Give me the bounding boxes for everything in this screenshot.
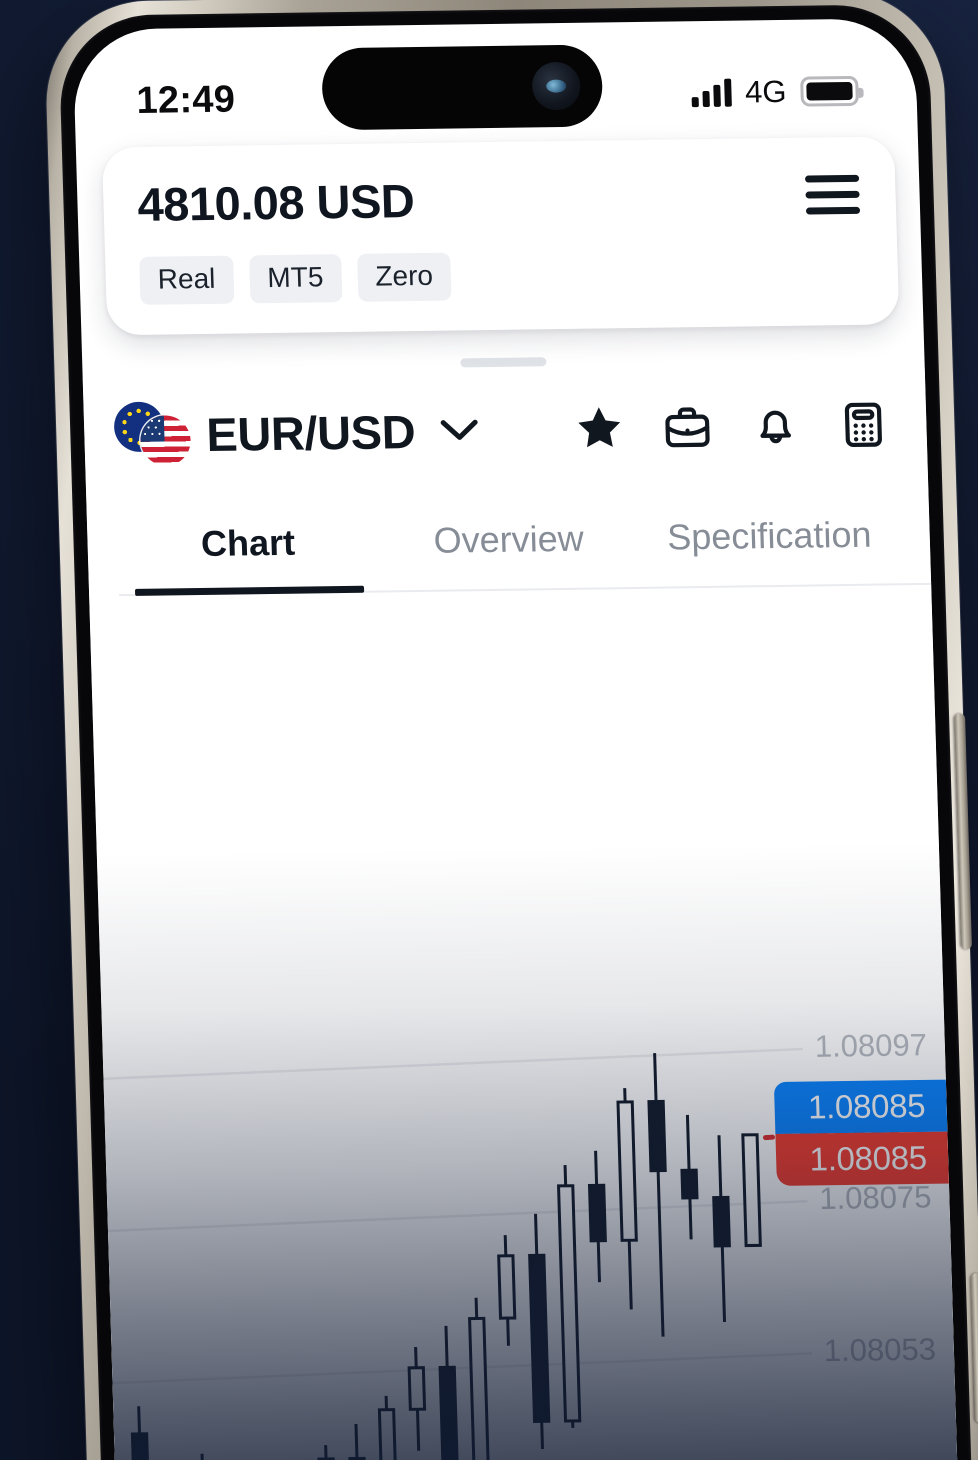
tab-bar: Chart Overview Specification	[87, 513, 932, 597]
signal-bars-icon	[691, 78, 732, 108]
tab-specification[interactable]: Specification	[638, 513, 901, 589]
hamburger-menu-icon[interactable]	[803, 169, 863, 221]
candle-bearish	[680, 1168, 699, 1200]
candle-bearish	[647, 1099, 667, 1173]
symbol-sheet: EUR/USD Chart Overview Specification 1.0…	[81, 335, 962, 1460]
battery-level	[806, 81, 853, 101]
price-axis-label: 1.08097	[814, 1027, 927, 1064]
front-camera-icon	[531, 61, 581, 111]
balance-card-header: 4810.08 USD	[137, 169, 863, 231]
candle-bearish	[528, 1253, 551, 1423]
candlestick-chart: 1.080971.080751.080531.08030	[103, 1027, 950, 1460]
candle-wick	[200, 1453, 208, 1460]
network-label: 4G	[744, 73, 788, 110]
candle-bearish	[438, 1365, 459, 1460]
candle-bullish	[497, 1254, 517, 1320]
alerts-bell-icon[interactable]	[748, 399, 804, 454]
candle-bearish	[130, 1432, 152, 1460]
symbol-selector[interactable]: EUR/USD	[113, 397, 480, 468]
price-chart[interactable]: 1.080971.080751.080531.08030 1.08085 1.0…	[101, 976, 962, 1460]
calculator-icon[interactable]	[836, 397, 892, 452]
account-badge-real[interactable]: Real	[139, 255, 235, 306]
favorite-star-icon[interactable]	[572, 401, 628, 456]
status-time: 12:49	[135, 78, 236, 122]
phone-screen: 12:49 4G 4810.08 USD Real MT5 Zero EUR/U…	[72, 18, 962, 1460]
symbol-actions	[572, 397, 892, 455]
scene: 12:49 4G 4810.08 USD Real MT5 Zero EUR/U…	[0, 0, 978, 1460]
chevron-down-icon[interactable]	[439, 417, 480, 444]
account-badges: Real MT5 Zero	[139, 246, 864, 306]
tab-overview[interactable]: Overview	[378, 517, 641, 593]
candle-bullish	[377, 1408, 398, 1460]
candlestick-series	[130, 1053, 762, 1460]
balance-card: 4810.08 USD Real MT5 Zero	[101, 136, 900, 336]
ask-price-badge[interactable]: 1.08085	[775, 1131, 961, 1187]
candle-bullish	[616, 1100, 638, 1242]
chart-gridlines	[103, 1047, 813, 1385]
candle-bearish	[712, 1195, 731, 1248]
phone-mockup: 12:49 4G 4810.08 USD Real MT5 Zero EUR/U…	[0, 0, 978, 1460]
flag-pair	[113, 401, 193, 468]
us-flag-icon	[139, 415, 192, 466]
candle-wick	[354, 1423, 361, 1460]
candle-bullish	[741, 1133, 762, 1248]
candle-bullish	[407, 1366, 427, 1411]
price-axis-label: 1.08053	[823, 1332, 936, 1369]
portfolio-briefcase-icon[interactable]	[660, 400, 716, 455]
candle-wick	[653, 1053, 665, 1337]
candle-bullish	[468, 1316, 490, 1460]
dynamic-island	[321, 44, 604, 131]
status-indicators: 4G	[691, 73, 859, 111]
bid-price-badge[interactable]: 1.08085	[773, 1079, 960, 1135]
account-badge-type[interactable]: Zero	[356, 252, 452, 303]
symbol-name: EUR/USD	[205, 404, 416, 461]
account-badge-platform[interactable]: MT5	[248, 253, 343, 304]
battery-full-icon	[800, 75, 859, 107]
symbol-header: EUR/USD	[83, 361, 928, 469]
candle-bullish	[556, 1184, 582, 1423]
tab-chart[interactable]: Chart	[117, 521, 380, 597]
account-balance: 4810.08 USD	[136, 174, 416, 231]
candle-bearish	[587, 1183, 607, 1243]
